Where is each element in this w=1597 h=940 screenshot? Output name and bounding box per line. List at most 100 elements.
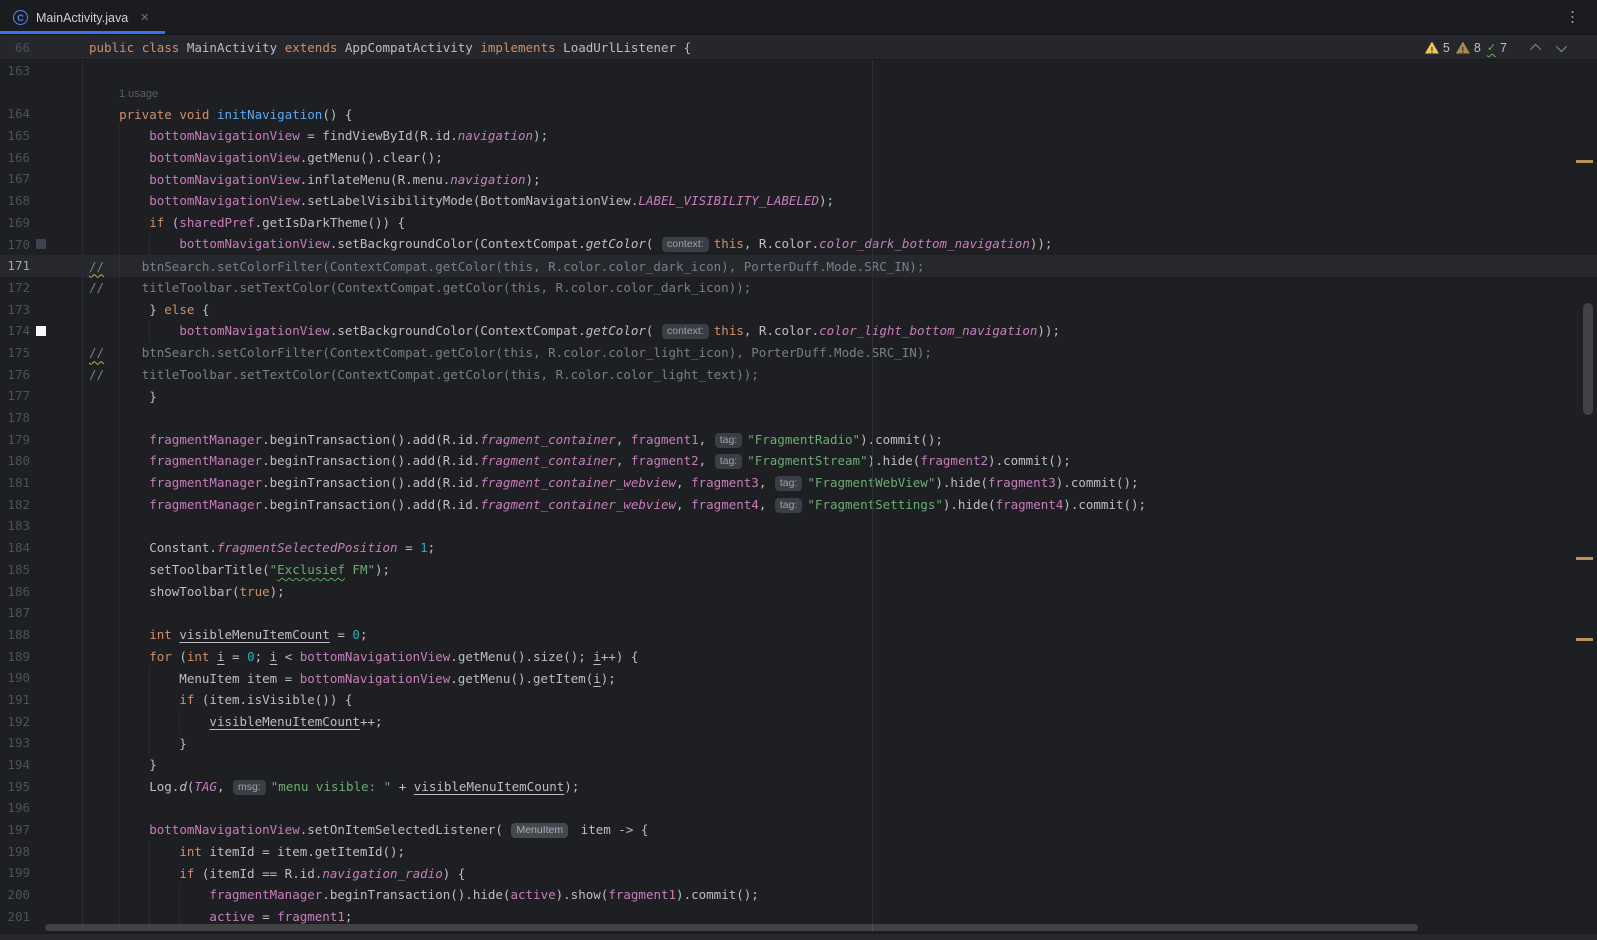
code-text[interactable]: // titleToolbar.setTextColor(ContextComp… [89, 280, 751, 295]
code-text[interactable]: fragmentManager.beginTransaction().hide(… [89, 887, 759, 902]
code-line-182[interactable]: 182 fragmentManager.beginTransaction().a… [0, 494, 1597, 516]
code-text[interactable]: visibleMenuItemCount++; [89, 714, 383, 729]
line-number[interactable]: 182 [0, 494, 30, 516]
gutter[interactable]: 198 [0, 841, 89, 863]
code-line-177[interactable]: 177 } [0, 385, 1597, 407]
warning-stripe-mark[interactable] [1576, 160, 1593, 163]
code-text[interactable]: } [89, 736, 187, 751]
code-line-168[interactable]: 168 bottomNavigationView.setLabelVisibil… [0, 190, 1597, 212]
gutter[interactable]: 184 [0, 537, 89, 559]
code-text[interactable]: bottomNavigationView.setBackgroundColor(… [89, 323, 1060, 339]
inlay-hint[interactable]: tag: [715, 433, 743, 448]
code-line-196[interactable]: 196 [0, 797, 1597, 819]
gutter[interactable]: 196 [0, 797, 89, 819]
code-line-190[interactable]: 190 MenuItem item = bottomNavigationView… [0, 667, 1597, 689]
line-number[interactable]: 190 [0, 667, 30, 689]
gutter[interactable]: 166 [0, 147, 89, 169]
color-preview-swatch[interactable] [36, 326, 46, 336]
gutter[interactable]: 180 [0, 450, 89, 472]
gutter[interactable]: 181 [0, 472, 89, 494]
code-text[interactable]: } [89, 389, 157, 404]
line-number[interactable]: 195 [0, 776, 30, 798]
code-line-192[interactable]: 192 visibleMenuItemCount++; [0, 711, 1597, 733]
code-text[interactable]: } else { [89, 302, 209, 317]
line-number[interactable]: 191 [0, 689, 30, 711]
warning-stripe-mark[interactable] [1576, 638, 1593, 641]
code-text[interactable]: Log.d(TAG, msg:"menu visible: " + visibl… [89, 779, 579, 795]
code-line-188[interactable]: 188 int visibleMenuItemCount = 0; [0, 624, 1597, 646]
inlay-hint[interactable]: context: [662, 237, 709, 252]
gutter[interactable]: 200 [0, 884, 89, 906]
code-line-184[interactable]: 184 Constant.fragmentSelectedPosition = … [0, 537, 1597, 559]
code-text[interactable]: // btnSearch.setColorFilter(ContextCompa… [89, 345, 932, 360]
code-line-169[interactable]: 169 if (sharedPref.getIsDarkTheme()) { [0, 212, 1597, 234]
code-line-164[interactable]: 164 private void initNavigation() { [0, 103, 1597, 125]
code-text[interactable]: // btnSearch.setColorFilter(ContextCompa… [89, 259, 924, 274]
line-number[interactable]: 200 [0, 884, 30, 906]
gutter[interactable]: 178 [0, 407, 89, 429]
gutter[interactable]: 192 [0, 711, 89, 733]
sticky-header-line[interactable]: 66 public class MainActivity extends App… [0, 35, 1597, 60]
gutter[interactable]: 163 [0, 60, 89, 82]
code-line-189[interactable]: 189 for (int i = 0; i < bottomNavigation… [0, 646, 1597, 668]
line-number[interactable]: 184 [0, 537, 30, 559]
code-text[interactable]: // titleToolbar.setTextColor(ContextComp… [89, 367, 759, 382]
gutter[interactable]: 169 [0, 212, 89, 234]
gutter[interactable]: 193 [0, 732, 89, 754]
code-text[interactable]: bottomNavigationView.setBackgroundColor(… [89, 236, 1052, 252]
gutter[interactable]: 189 [0, 646, 89, 668]
code-line-171[interactable]: 171// btnSearch.setColorFilter(ContextCo… [0, 255, 1597, 277]
line-number[interactable]: 199 [0, 862, 30, 884]
gutter[interactable]: 183 [0, 515, 89, 537]
code-line-166[interactable]: 166 bottomNavigationView.getMenu().clear… [0, 147, 1597, 169]
gutter[interactable]: 168 [0, 190, 89, 212]
code-text[interactable]: bottomNavigationView = findViewById(R.id… [89, 128, 548, 143]
typo-count[interactable]: ✓7 [1487, 41, 1507, 55]
horizontal-scrollbar[interactable] [45, 924, 1418, 931]
gutter[interactable]: 194 [0, 754, 89, 776]
close-icon[interactable]: ✕ [140, 11, 149, 24]
line-number[interactable]: 201 [0, 906, 30, 928]
gutter[interactable]: 167 [0, 168, 89, 190]
code-line-181[interactable]: 181 fragmentManager.beginTransaction().a… [0, 472, 1597, 494]
gutter[interactable]: 171 [0, 255, 89, 277]
gutter[interactable]: 186 [0, 581, 89, 603]
inlay-hint[interactable]: msg: [233, 780, 266, 795]
line-number[interactable]: 172 [0, 277, 30, 299]
code-text[interactable]: Constant.fragmentSelectedPosition = 1; [89, 540, 435, 555]
code-line-172[interactable]: 172 // titleToolbar.setTextColor(ContextC… [0, 277, 1597, 299]
line-number[interactable]: 176 [0, 364, 30, 386]
line-number[interactable]: 188 [0, 624, 30, 646]
code-text[interactable]: if (itemId == R.id.navigation_radio) { [89, 866, 465, 881]
gutter[interactable]: 172 [0, 277, 89, 299]
line-number[interactable]: 196 [0, 797, 30, 819]
more-options-icon[interactable]: ⋮ [1565, 10, 1580, 25]
line-number[interactable]: 163 [0, 60, 30, 82]
gutter[interactable]: 195 [0, 776, 89, 798]
chevron-down-icon[interactable] [1556, 40, 1567, 51]
line-number[interactable]: 187 [0, 602, 30, 624]
color-preview-swatch[interactable] [36, 239, 46, 249]
gutter[interactable]: 165 [0, 125, 89, 147]
inlay-hint[interactable]: tag: [775, 498, 803, 513]
code-text[interactable]: bottomNavigationView.setOnItemSelectedLi… [89, 822, 648, 838]
usage-hint-line[interactable]: 1 usage [0, 82, 1597, 104]
tab-mainactivity-java[interactable]: C MainActivity.java ✕ [0, 0, 161, 35]
code-text[interactable]: fragmentManager.beginTransaction().add(R… [89, 453, 1071, 469]
line-number[interactable]: 168 [0, 190, 30, 212]
code-text[interactable]: 1 usage [89, 85, 158, 100]
line-number[interactable]: 186 [0, 581, 30, 603]
code-text[interactable]: if (item.isVisible()) { [89, 692, 352, 707]
line-number[interactable]: 193 [0, 732, 30, 754]
gutter[interactable]: 187 [0, 602, 89, 624]
code-text[interactable]: for (int i = 0; i < bottomNavigationView… [89, 649, 638, 664]
line-number[interactable]: 178 [0, 407, 30, 429]
code-text[interactable]: MenuItem item = bottomNavigationView.get… [89, 671, 616, 686]
code-line-198[interactable]: 198 int itemId = item.getItemId(); [0, 841, 1597, 863]
code-line-173[interactable]: 173 } else { [0, 299, 1597, 321]
code-text[interactable]: if (sharedPref.getIsDarkTheme()) { [89, 215, 405, 230]
code-line-179[interactable]: 179 fragmentManager.beginTransaction().a… [0, 429, 1597, 451]
gutter[interactable]: 175 [0, 342, 89, 364]
code-line-178[interactable]: 178 [0, 407, 1597, 429]
editor-code-area[interactable]: 163 1 usage 164 private void initNavigatio… [0, 60, 1597, 928]
